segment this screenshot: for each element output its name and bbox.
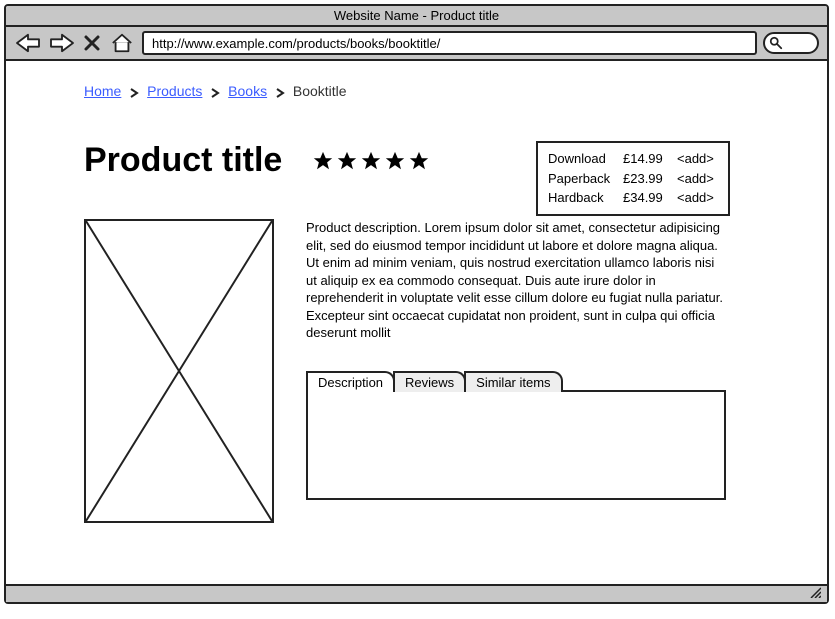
add-button[interactable]: <add> <box>677 149 714 169</box>
price-name: Download <box>548 149 623 169</box>
breadcrumb-home[interactable]: Home <box>84 83 121 99</box>
star-icon <box>408 150 430 172</box>
window-title: Website Name - Product title <box>6 6 827 27</box>
breadcrumb-products[interactable]: Products <box>147 83 202 99</box>
star-icon <box>312 150 334 172</box>
price-row: Paperback £23.99 <add> <box>548 169 718 189</box>
chevron-right-icon <box>129 85 139 101</box>
star-icon <box>360 150 382 172</box>
price-value: £14.99 <box>623 149 677 169</box>
search-icon <box>769 36 783 50</box>
breadcrumb-current: Booktitle <box>293 83 347 99</box>
back-arrow-icon[interactable] <box>14 32 42 54</box>
star-icon <box>336 150 358 172</box>
breadcrumb-books[interactable]: Books <box>228 83 267 99</box>
price-row: Download £14.99 <add> <box>548 149 718 169</box>
tab-reviews[interactable]: Reviews <box>393 371 466 392</box>
page-content: Home Products Books Booktitle Product ti… <box>6 61 827 580</box>
rating-stars <box>312 150 430 172</box>
url-input[interactable] <box>142 31 757 55</box>
tab-similar-items[interactable]: Similar items <box>464 371 562 392</box>
stop-icon[interactable] <box>82 32 102 54</box>
status-bar <box>6 584 827 602</box>
browser-toolbar <box>6 27 827 61</box>
price-name: Hardback <box>548 188 623 208</box>
chevron-right-icon <box>210 85 220 101</box>
resize-grip-icon[interactable] <box>809 585 821 603</box>
tabs: Description Reviews Similar items <box>306 371 726 500</box>
page-title: Product title <box>84 141 282 180</box>
tab-panel <box>306 390 726 500</box>
product-description: Product description. Lorem ipsum dolor s… <box>306 219 726 342</box>
search-input[interactable] <box>763 32 819 54</box>
add-button[interactable]: <add> <box>677 169 714 189</box>
add-button[interactable]: <add> <box>677 188 714 208</box>
forward-arrow-icon[interactable] <box>48 32 76 54</box>
price-table: Download £14.99 <add> Paperback £23.99 <… <box>536 141 730 216</box>
price-value: £34.99 <box>623 188 677 208</box>
home-icon[interactable] <box>108 32 136 54</box>
chevron-right-icon <box>275 85 285 101</box>
breadcrumb: Home Products Books Booktitle <box>84 83 347 101</box>
tab-description[interactable]: Description <box>306 371 395 392</box>
price-value: £23.99 <box>623 169 677 189</box>
browser-window: Website Name - Product title Home Produc… <box>4 4 829 604</box>
product-image-placeholder <box>84 219 274 523</box>
star-icon <box>384 150 406 172</box>
price-row: Hardback £34.99 <add> <box>548 188 718 208</box>
price-name: Paperback <box>548 169 623 189</box>
